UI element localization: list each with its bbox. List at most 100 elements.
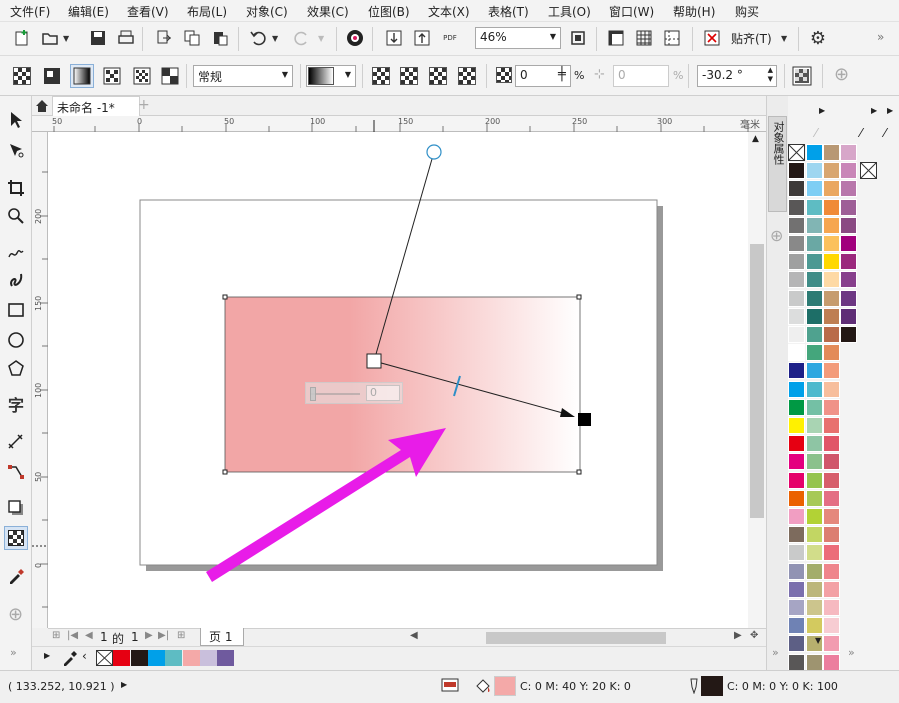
outline-color-swatch[interactable]	[701, 676, 723, 696]
color-swatch[interactable]	[788, 508, 805, 525]
color-swatch[interactable]	[788, 253, 805, 271]
color-swatch[interactable]	[823, 235, 840, 252]
text-tool-icon[interactable]: 字	[4, 392, 28, 416]
menu-object[interactable]: 对象(C)	[246, 3, 288, 20]
fill-color-swatch[interactable]	[494, 676, 516, 696]
color-swatch[interactable]	[840, 307, 857, 325]
previous-page-icon[interactable]: ◀	[85, 630, 93, 641]
snap-dropdown-icon[interactable]: ▼	[781, 34, 787, 43]
color-swatch[interactable]	[840, 289, 857, 307]
color-swatch[interactable]	[823, 635, 840, 653]
color-swatch[interactable]	[788, 580, 805, 598]
color-swatch[interactable]	[788, 635, 805, 653]
menu-bitmaps[interactable]: 位图(B)	[368, 3, 410, 20]
menu-table[interactable]: 表格(T)	[488, 3, 529, 20]
connector-tool-icon[interactable]	[4, 460, 28, 484]
color-swatch[interactable]	[806, 417, 823, 434]
merge-mode-dropdown-icon[interactable]: ▼	[282, 70, 288, 79]
color-swatch[interactable]	[806, 599, 823, 616]
color-swatch[interactable]	[823, 380, 840, 398]
redo-icon[interactable]	[290, 26, 314, 50]
linear-transparency-icon[interactable]	[372, 67, 390, 85]
color-swatch[interactable]	[806, 453, 823, 471]
palette3-menu-icon[interactable]: ▶	[887, 106, 893, 115]
vector-pattern-transparency-icon[interactable]	[100, 64, 124, 88]
show-rulers-icon[interactable]	[604, 26, 628, 50]
color-swatch[interactable]	[840, 253, 857, 271]
color-swatch[interactable]	[788, 271, 805, 289]
color-swatch[interactable]	[788, 380, 805, 398]
color-swatch[interactable]	[788, 198, 805, 216]
menu-view[interactable]: 查看(V)	[127, 3, 169, 20]
color-swatch[interactable]	[823, 289, 840, 307]
color-swatch[interactable]	[788, 344, 805, 362]
color-swatch[interactable]	[823, 271, 840, 289]
color-swatch[interactable]	[823, 198, 840, 216]
color-swatch[interactable]	[788, 544, 805, 562]
status-flyout-icon[interactable]: ▶	[121, 680, 127, 689]
snap-to-icon[interactable]	[700, 26, 724, 50]
color-swatch[interactable]	[788, 417, 805, 434]
menu-window[interactable]: 窗口(W)	[609, 3, 654, 20]
color-swatch[interactable]	[840, 216, 857, 234]
doc-no-fill-swatch[interactable]	[96, 650, 113, 666]
elliptical-transparency-icon[interactable]	[400, 67, 418, 85]
color-swatch[interactable]	[788, 653, 805, 671]
palette3-eyedropper-icon[interactable]: ⁄	[884, 126, 886, 140]
doc-color-swatch[interactable]	[130, 650, 148, 666]
snap-to-dropdown[interactable]: 贴齐(T)	[731, 30, 772, 47]
color-swatch[interactable]	[823, 344, 840, 362]
color-swatch[interactable]	[806, 326, 823, 343]
color-swatch[interactable]	[788, 326, 805, 343]
color-swatch[interactable]	[806, 526, 823, 544]
full-screen-icon[interactable]	[566, 26, 590, 50]
undo-dropdown-icon[interactable]: ▼	[272, 34, 278, 43]
color-swatch[interactable]	[840, 235, 857, 252]
color-swatch[interactable]	[788, 562, 805, 580]
color-swatch[interactable]	[788, 216, 805, 234]
color-swatch[interactable]	[840, 144, 857, 161]
add-docker-icon[interactable]: ⊕	[770, 226, 783, 245]
scroll-left-icon[interactable]: ◀	[410, 630, 418, 641]
artistic-media-tool-icon[interactable]	[4, 268, 28, 292]
color-proofing-icon[interactable]	[441, 678, 459, 694]
docker-overflow-icon[interactable]: »	[772, 646, 779, 659]
color-swatch[interactable]	[823, 653, 840, 671]
freeze-transparency-icon[interactable]	[790, 64, 814, 88]
scroll-right-icon[interactable]: ▶	[734, 630, 742, 641]
color-swatch[interactable]	[840, 326, 857, 343]
menu-buy[interactable]: 购买	[735, 3, 759, 20]
color-swatch[interactable]	[823, 435, 840, 453]
show-guidelines-icon[interactable]	[660, 26, 684, 50]
menu-file[interactable]: 文件(F)	[10, 3, 50, 20]
shape-tool-icon[interactable]	[4, 138, 28, 162]
menu-edit[interactable]: 编辑(E)	[68, 3, 109, 20]
color-swatch[interactable]	[823, 216, 840, 234]
color-swatch[interactable]	[823, 417, 840, 434]
vertical-scrollbar[interactable]: ▲	[748, 132, 766, 628]
palette-menu-icon[interactable]: ▶	[819, 106, 825, 115]
drawing-canvas[interactable]: 0	[48, 132, 748, 628]
color-swatch[interactable]	[823, 144, 840, 161]
color-swatch[interactable]	[806, 489, 823, 507]
zoom-level-combobox[interactable]: 46% ▼	[475, 27, 561, 49]
no-color-swatch[interactable]	[860, 162, 877, 179]
color-swatch[interactable]	[823, 307, 840, 325]
palette-overflow-icon[interactable]: »	[848, 646, 855, 659]
freehand-tool-icon[interactable]	[4, 240, 28, 264]
menu-layout[interactable]: 布局(L)	[187, 3, 227, 20]
color-swatch[interactable]	[788, 435, 805, 453]
add-preset-icon[interactable]: ⊕	[834, 64, 849, 85]
uniform-transparency-icon[interactable]	[40, 64, 64, 88]
color-swatch[interactable]	[788, 289, 805, 307]
vertical-scroll-thumb[interactable]	[750, 244, 764, 518]
palette-eyedropper-icon[interactable]	[62, 650, 78, 666]
toolbox-overflow-icon[interactable]: »	[10, 646, 17, 659]
vertical-ruler[interactable]: 200 150 100 50 0	[32, 132, 48, 628]
scroll-up-icon[interactable]: ▲	[752, 134, 759, 144]
color-swatch[interactable]	[823, 398, 840, 416]
fountain-type-dropdown-icon[interactable]: ▼	[345, 70, 351, 79]
menu-effects[interactable]: 效果(C)	[307, 3, 349, 20]
color-swatch[interactable]	[806, 144, 823, 161]
options-gear-icon[interactable]: ⚙	[806, 26, 830, 50]
